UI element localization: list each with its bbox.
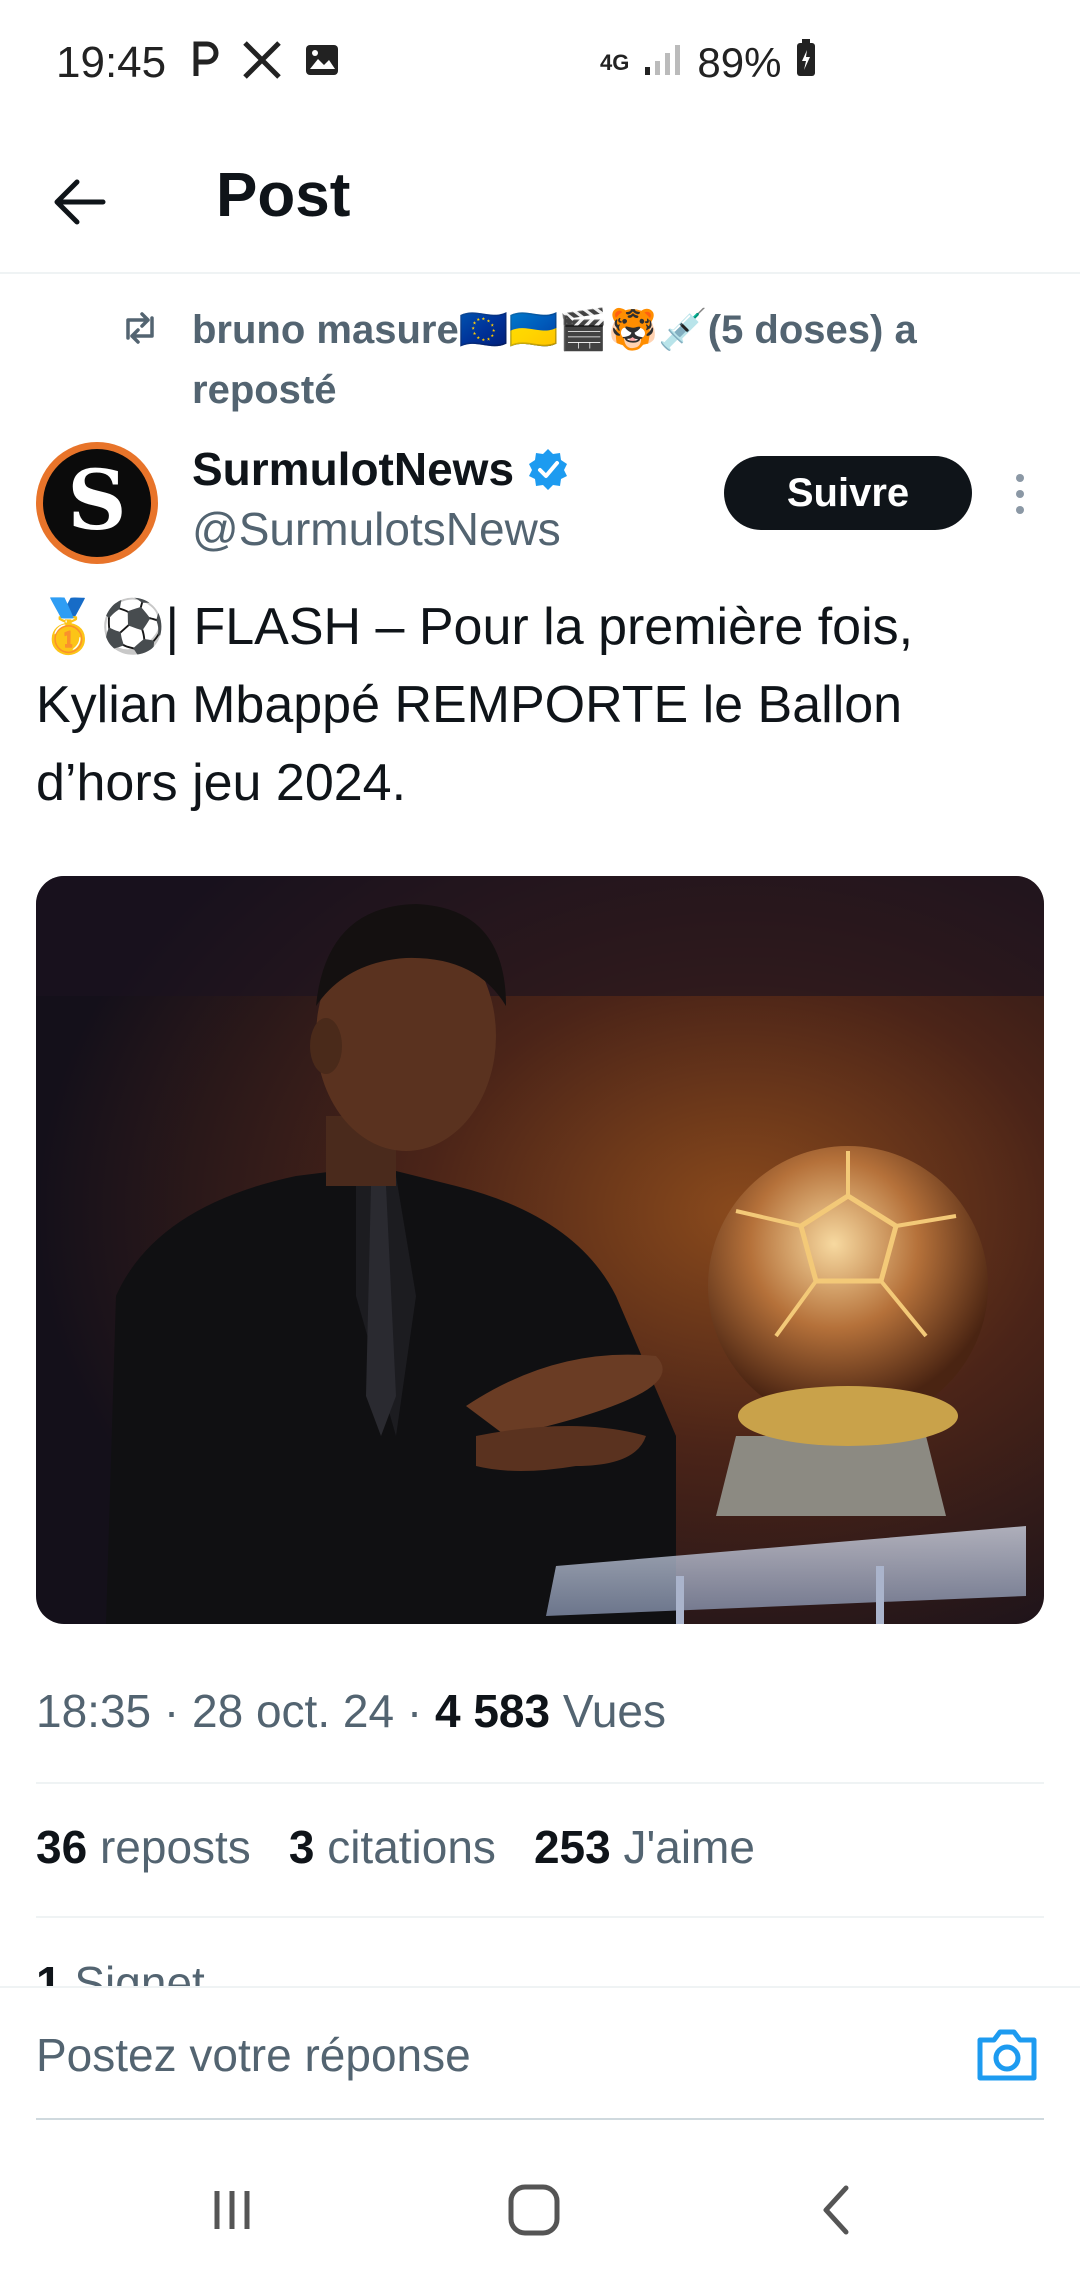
- home-button[interactable]: [494, 2180, 574, 2240]
- divider: [36, 1782, 1044, 1784]
- more-options-button[interactable]: [1000, 464, 1040, 524]
- quotes-stat[interactable]: 3 citations: [289, 1820, 496, 1874]
- reposts-stat[interactable]: 36 reposts: [36, 1820, 251, 1874]
- photo-illustration: [36, 876, 1044, 1624]
- chevron-left-icon: [823, 2185, 849, 2235]
- back-button[interactable]: [40, 162, 120, 242]
- post-image[interactable]: [36, 876, 1044, 1624]
- quotes-count: 3: [288, 1821, 315, 1873]
- repost-icon: [126, 312, 154, 344]
- camera-button[interactable]: [974, 2022, 1040, 2086]
- page-title: Post: [216, 161, 351, 230]
- signal-icon: [643, 39, 683, 87]
- avatar-letter: S: [67, 453, 127, 549]
- bookmarks-stat[interactable]: 1 Signet: [36, 1956, 205, 1986]
- likes-count: 253: [533, 1821, 611, 1873]
- follow-button[interactable]: Suivre: [724, 456, 972, 530]
- recent-apps-icon: [214, 2191, 250, 2229]
- bookmarks-count: 1: [36, 1957, 62, 1986]
- more-dot-icon: [1016, 506, 1024, 514]
- status-bar: 19:45 4G 89%: [0, 0, 1080, 130]
- status-time: 19:45: [56, 38, 167, 87]
- divider: [36, 1916, 1044, 1918]
- bookmarks-label: Signet: [74, 1957, 205, 1986]
- author-handle[interactable]: @SurmulotsNews: [192, 502, 561, 556]
- post-meta: 18:35 · 28 oct. 24 · 4 583 Vues: [36, 1685, 666, 1737]
- author-name-text: SurmulotNews: [192, 443, 515, 495]
- views-count: 4 583: [434, 1685, 551, 1737]
- reposts-count: 36: [36, 1821, 88, 1873]
- x-logo-icon: [242, 41, 282, 84]
- battery-icon: [795, 38, 817, 88]
- arrow-left-icon: [54, 179, 106, 225]
- system-nav-bar: [0, 2140, 1080, 2280]
- status-right: 4G 89%: [600, 38, 817, 88]
- post-date: 28 oct. 24: [192, 1685, 395, 1737]
- home-icon: [508, 2184, 560, 2236]
- network-type: 4G: [600, 50, 630, 75]
- quotes-label: citations: [327, 1821, 496, 1873]
- likes-label: J'aime: [623, 1821, 755, 1873]
- battery-level: 89%: [697, 39, 782, 86]
- likes-stat[interactable]: 253 J'aime: [534, 1820, 755, 1874]
- engagement-stats: 36 reposts 3 citations 253 J'aime: [36, 1820, 755, 1874]
- reposts-label: reposts: [99, 1821, 251, 1873]
- back-nav-button[interactable]: [796, 2180, 876, 2240]
- repost-text: bruno masure🇪🇺🇺🇦🎬🐯💉(5 doses) a reposté: [192, 308, 917, 412]
- reply-divider: [36, 2118, 1044, 2120]
- more-dot-icon: [1016, 490, 1024, 498]
- gallery-icon: [304, 43, 340, 82]
- reply-input[interactable]: [36, 2018, 936, 2092]
- more-dot-icon: [1016, 474, 1024, 482]
- parking-icon: [190, 40, 220, 85]
- status-notification-icons: [190, 40, 340, 85]
- recent-apps-button[interactable]: [192, 2180, 272, 2240]
- avatar[interactable]: S: [36, 442, 158, 564]
- avatar-image: S: [43, 449, 151, 557]
- verified-badge-icon: [529, 449, 568, 490]
- post-text: 🥇⚽| FLASH – Pour la première fois, Kylia…: [36, 598, 914, 812]
- camera-icon: [977, 2029, 1037, 2081]
- views-label: Vues: [562, 1685, 666, 1737]
- author-name[interactable]: SurmulotNews: [192, 442, 570, 496]
- reply-bar: [0, 1986, 1080, 2118]
- app-header: Post: [0, 130, 1080, 274]
- post-time: 18:35: [36, 1685, 152, 1737]
